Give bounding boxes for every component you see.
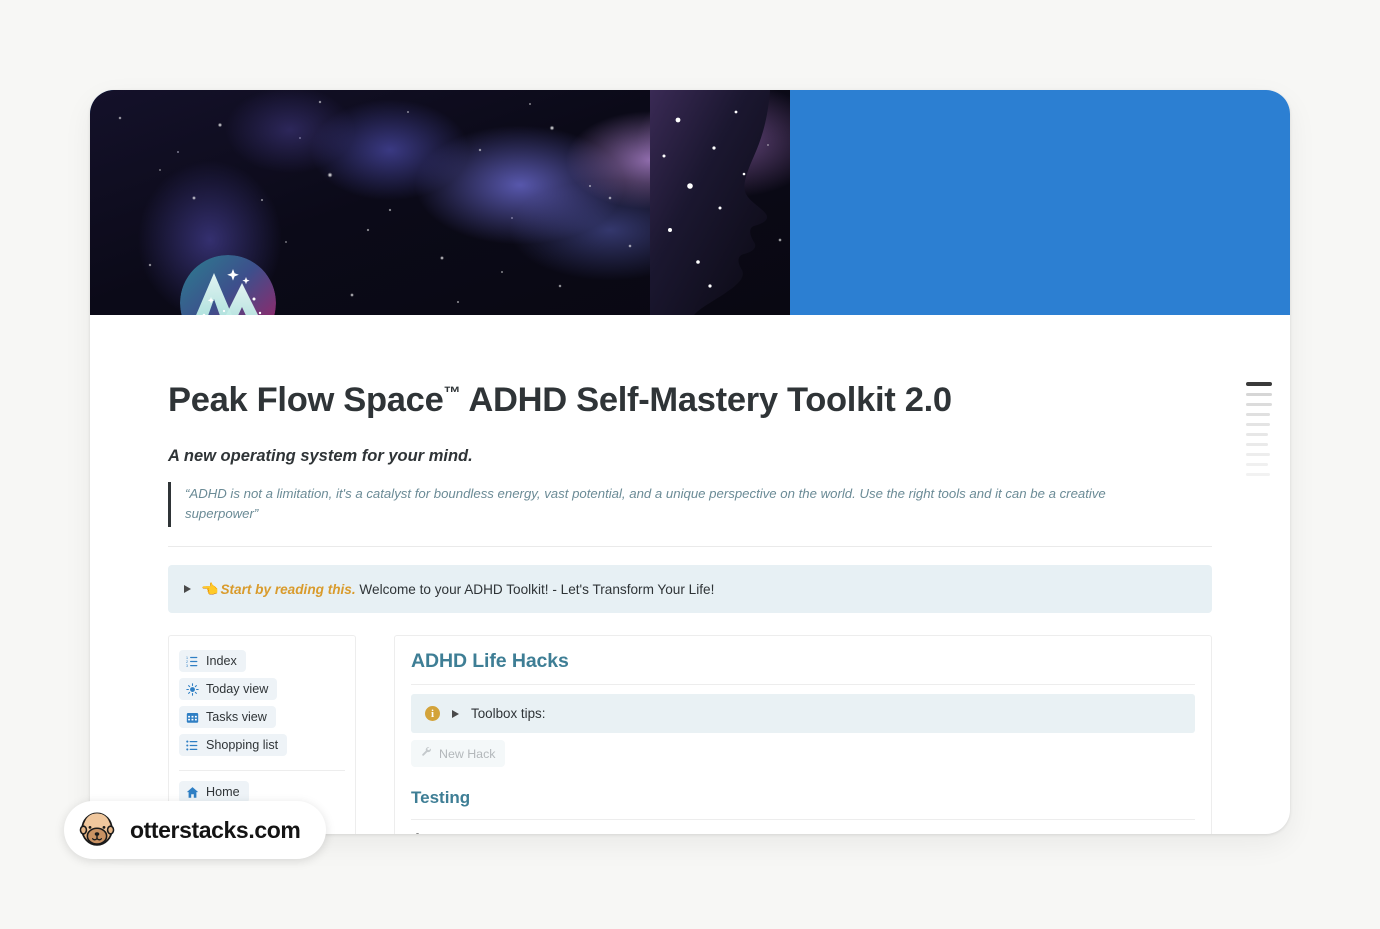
wrench-icon: [421, 746, 433, 761]
toc-line[interactable]: [1246, 462, 1268, 466]
page-body: Peak Flow Space™ ADHD Self-Mastery Toolk…: [90, 381, 1290, 834]
info-icon: i: [425, 706, 440, 722]
panel-heading: ADHD Life Hacks: [411, 650, 569, 673]
toc-line[interactable]: [1246, 432, 1268, 436]
table-of-contents-minimap[interactable]: [1246, 382, 1272, 476]
toc-line[interactable]: [1246, 382, 1272, 386]
toc-line[interactable]: [1246, 452, 1270, 456]
cosmic-head-silhouette-icon: [650, 90, 910, 315]
panel-divider: [411, 819, 1195, 821]
two-column-section: 1 2 3 Index Today view Tasks view Shoppi…: [168, 635, 1212, 834]
page-title-rest: ADHD Self-Mastery Toolkit 2.0: [460, 381, 952, 419]
sidebar-item-label: Today view: [206, 682, 269, 697]
chevron-right-icon[interactable]: [452, 709, 459, 718]
sidebar-item-index[interactable]: 1 2 3 Index: [179, 650, 246, 673]
panel-heading-testing: Testing: [411, 788, 471, 808]
calendar-icon: [186, 711, 199, 724]
new-hack-label: New Hack: [439, 746, 496, 761]
stopwatch-icon: [411, 833, 424, 834]
sidebar-divider: [179, 770, 345, 772]
page-subtitle: A new operating system for your mind.: [168, 446, 473, 465]
cover-banner: [90, 90, 1290, 315]
callout-body-text: Welcome to your ADHD Toolkit! - Let's Tr…: [355, 581, 715, 597]
app-window-card: Peak Flow Space™ ADHD Self-Mastery Toolk…: [90, 90, 1290, 834]
callout-lead-text: Start by reading this.: [220, 581, 356, 597]
sidebar-item-label: Shopping list: [206, 738, 279, 753]
chevron-right-icon[interactable]: [184, 584, 191, 593]
watermark-text: otterstacks.com: [130, 816, 301, 843]
new-hack-button[interactable]: New Hack: [411, 740, 506, 768]
toc-line[interactable]: [1246, 412, 1270, 416]
sidebar-item-label: Index: [206, 654, 237, 669]
quote-text: “ADHD is not a limitation, it's a cataly…: [185, 485, 1106, 522]
toolbox-tips-callout[interactable]: i Toolbox tips:: [411, 694, 1195, 734]
sidebar-item-label: Tasks view: [206, 710, 267, 725]
list-ordered-icon: 1 2 3: [186, 655, 199, 668]
toolbox-tips-label: Toolbox tips:: [471, 706, 546, 722]
home-icon: [186, 786, 199, 799]
sun-icon: [186, 683, 199, 696]
toc-line[interactable]: [1246, 402, 1272, 406]
pointing-hand-icon: 👈: [201, 580, 219, 597]
svg-text:3: 3: [186, 664, 188, 668]
sidebar-item-shopping-list[interactable]: Shopping list: [179, 734, 288, 757]
content-panel-column: ADHD Life Hacks i Toolbox tips: New Hack: [394, 635, 1212, 834]
sidebar-item-tasks-view[interactable]: Tasks view: [179, 706, 276, 729]
otterstacks-watermark-badge: otterstacks.com: [64, 801, 327, 859]
page-title-main: Peak Flow Space: [168, 381, 444, 419]
callout-text: 👈 Start by reading this. Welcome to your …: [201, 580, 714, 599]
otter-logo-icon: [76, 809, 118, 851]
toc-line[interactable]: [1246, 442, 1268, 446]
sidebar-item-today-view[interactable]: Today view: [179, 678, 278, 701]
trademark-symbol: ™: [443, 382, 461, 403]
quote-block: “ADHD is not a limitation, it's a cataly…: [168, 481, 1212, 527]
toc-line[interactable]: [1246, 422, 1270, 426]
sidebar-item-home[interactable]: Home: [179, 781, 249, 804]
list-icon: [186, 739, 199, 752]
page-title: Peak Flow Space™ ADHD Self-Mastery Toolk…: [168, 381, 1212, 421]
start-reading-callout[interactable]: 👈 Start by reading this. Welcome to your …: [168, 564, 1212, 614]
testing-list-item[interactable]: Testing: [411, 833, 1195, 834]
sidebar-item-label: Home: [206, 785, 240, 800]
toc-line[interactable]: [1246, 392, 1272, 396]
divider: [168, 545, 1212, 547]
panel-divider: [411, 684, 1195, 686]
toc-line[interactable]: [1246, 472, 1270, 476]
